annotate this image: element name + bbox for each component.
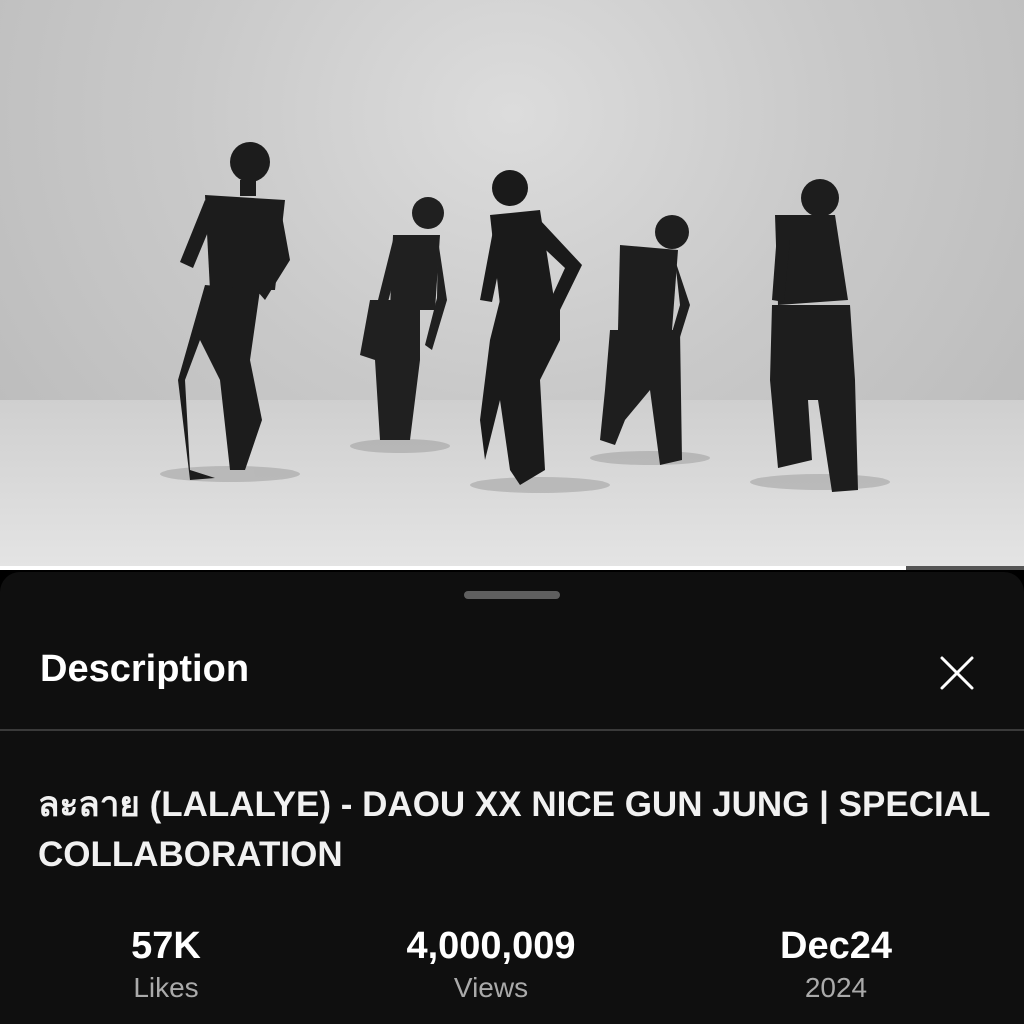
video-title: ละลาย (LALALYE) - DAOU XX NICE GUN JUNG … (38, 785, 990, 874)
likes-stat: 57K Likes (96, 924, 236, 1006)
date-stat: Dec24 2024 (756, 924, 916, 1006)
divider (0, 729, 1024, 731)
views-stat: 4,000,009 Views (366, 924, 616, 1006)
likes-label: Likes (133, 972, 199, 1003)
panel-title: Description (40, 648, 250, 690)
publish-date: Dec24 (780, 925, 892, 967)
likes-count: 57K (131, 925, 201, 967)
close-icon[interactable] (934, 650, 980, 696)
drag-handle[interactable] (464, 591, 560, 599)
views-count: 4,000,009 (406, 925, 576, 967)
video-frame-dancers (160, 142, 890, 493)
video-progress-bar[interactable] (0, 566, 1024, 570)
views-label: Views (453, 972, 529, 1003)
video-player[interactable] (0, 0, 1024, 568)
video-progress-fill (0, 566, 907, 570)
description-panel: Description ละลาย (LALALYE) - DAOU XX NI… (0, 572, 1024, 1024)
publish-year: 2024 (804, 972, 868, 1003)
